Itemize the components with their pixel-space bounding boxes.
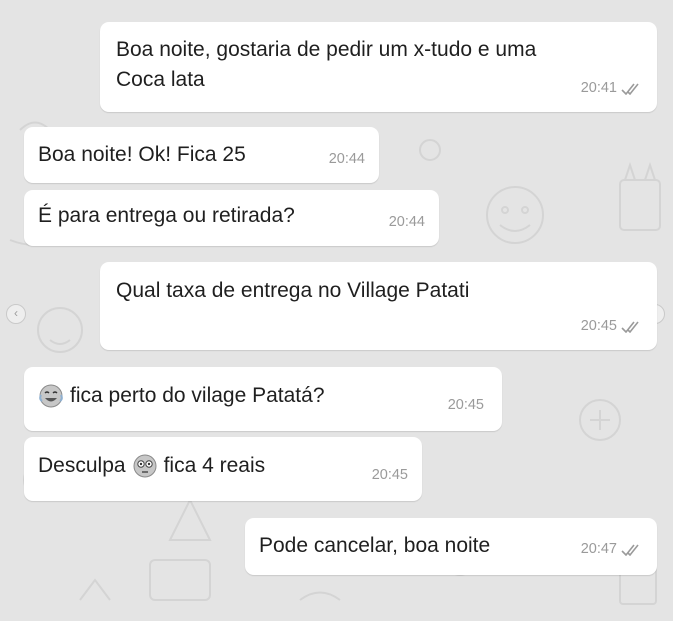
message-timestamp: 20:44: [328, 151, 365, 167]
message-meta: 20:47: [581, 534, 641, 565]
message-text-row: fica perto do vilage Patatá?: [38, 380, 325, 411]
message-meta: 20:45: [448, 390, 484, 421]
double-check-icon: [621, 83, 639, 95]
message-text: Boa noite! Ok! Fica 25: [38, 143, 246, 166]
double-check-icon: [621, 321, 639, 333]
message-bubble-incoming[interactable]: Boa noite! Ok! Fica 25 20:44: [24, 127, 379, 183]
message-bubble-outgoing[interactable]: Qual taxa de entrega no Village Patati 2…: [100, 262, 657, 350]
message-bubble-outgoing[interactable]: Pode cancelar, boa noite 20:47: [245, 518, 657, 575]
message-meta: 20:41: [581, 73, 641, 104]
message-text: É para entrega ou retirada?: [38, 204, 295, 227]
message-timestamp: 20:45: [580, 318, 617, 334]
message-meta: 20:44: [329, 144, 365, 175]
message-text: Pode cancelar, boa noite: [259, 534, 491, 557]
double-check-icon: [621, 544, 639, 556]
message-bubble-incoming[interactable]: fica perto do vilage Patatá? 20:45: [24, 367, 502, 431]
message-timestamp: 20:45: [371, 467, 408, 483]
message-meta: 20:44: [389, 207, 425, 238]
chevron-left-icon: ‹: [14, 306, 18, 320]
message-bubble-outgoing[interactable]: Boa noite, gostaria de pedir um x-tudo e…: [100, 22, 657, 112]
message-bubble-incoming[interactable]: É para entrega ou retirada? 20:44: [24, 190, 439, 246]
message-meta: 20:45: [372, 460, 408, 491]
flushed-emoji-icon: [133, 454, 157, 477]
message-meta: 20:45: [581, 311, 641, 342]
message-bubble-incoming[interactable]: Desculpa fica 4 reais 20:45: [24, 437, 422, 501]
message-text-row: Desculpa fica 4 reais: [38, 450, 265, 481]
message-text: Qual taxa de entrega no Village Patati: [116, 279, 470, 302]
message-text: Coca lata: [116, 68, 205, 91]
message-timestamp: 20:47: [580, 541, 617, 557]
nav-prev-button[interactable]: ‹: [6, 304, 26, 324]
message-timestamp: 20:41: [580, 80, 617, 96]
message-timestamp: 20:44: [388, 214, 425, 230]
message-timestamp: 20:45: [447, 397, 484, 413]
message-text: Desculpa: [38, 454, 126, 477]
message-text: fica perto do vilage Patatá?: [70, 384, 325, 407]
message-text: fica 4 reais: [163, 454, 266, 477]
laughing-crying-emoji-icon: [39, 384, 63, 407]
message-text: Boa noite, gostaria de pedir um x-tudo e…: [116, 38, 537, 61]
